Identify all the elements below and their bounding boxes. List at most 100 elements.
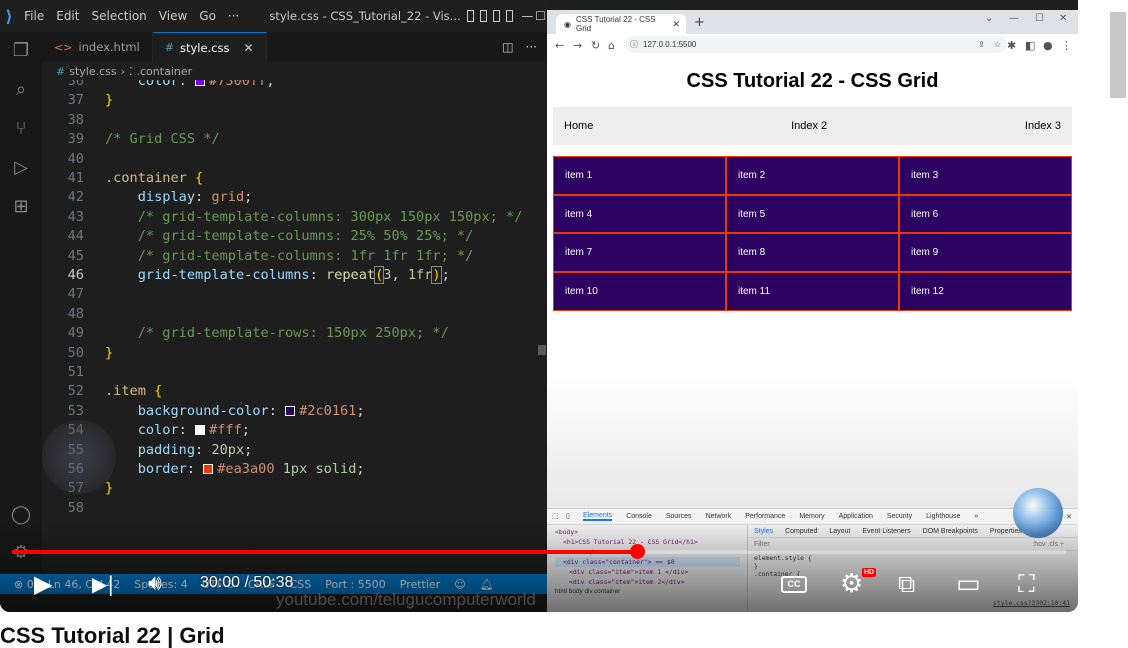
menu-file[interactable]: File bbox=[18, 9, 50, 23]
close-devtools-icon[interactable]: ✕ bbox=[1066, 513, 1072, 521]
minimize-icon[interactable]: — bbox=[1009, 13, 1019, 24]
menu-view[interactable]: View bbox=[153, 9, 193, 23]
search-icon[interactable]: ⌕ bbox=[10, 79, 32, 101]
maximize-icon[interactable]: ☐ bbox=[534, 9, 547, 23]
line-number: 42 bbox=[67, 189, 84, 206]
toggle-sidebar-icon[interactable] bbox=[466, 10, 474, 22]
menu-go[interactable]: Go bbox=[193, 9, 222, 23]
nav-link-index-2[interactable]: Index 2 bbox=[791, 120, 827, 132]
progress-bar[interactable] bbox=[12, 544, 1066, 559]
devtools-tab-application[interactable]: Application bbox=[839, 513, 873, 520]
page-scrollbar[interactable] bbox=[1110, 12, 1126, 98]
styles-tab-properties[interactable]: Properties bbox=[990, 528, 1022, 535]
scrubber-handle[interactable] bbox=[629, 544, 645, 559]
more-tabs-icon[interactable]: » bbox=[974, 513, 978, 520]
devtools-tab-memory[interactable]: Memory bbox=[799, 513, 824, 520]
fullscreen-icon[interactable]: ⛶ bbox=[1018, 570, 1035, 598]
breadcrumb-separator-icon: › bbox=[120, 64, 126, 78]
browser-menu-icon[interactable]: ⋮ bbox=[1061, 39, 1072, 52]
tab-search-icon[interactable]: ⌄ bbox=[985, 13, 993, 24]
volume-icon[interactable]: 🔊︎ bbox=[148, 570, 162, 598]
browser-toolbar: ← → ↻ ⌂ ⓘ 127.0.0.1:5500 ⇪ ☆ ✱ ◧ ● ⋮ bbox=[547, 34, 1078, 56]
split-editor-icon[interactable]: ◫ bbox=[502, 40, 513, 54]
code-editor[interactable]: 36 color: #7300ff; 37} 38 39 /* Grid CSS … bbox=[42, 80, 547, 572]
customize-layout-icon[interactable] bbox=[505, 10, 513, 22]
accounts-icon[interactable]: ◯ bbox=[10, 504, 32, 526]
close-window-icon[interactable]: ✕ bbox=[1059, 13, 1067, 24]
home-icon[interactable]: ⌂ bbox=[608, 39, 615, 52]
miniplayer-icon[interactable]: ⧉ bbox=[898, 570, 915, 598]
side-panel-icon[interactable]: ◧ bbox=[1025, 39, 1035, 52]
source-control-icon[interactable]: ⑂ bbox=[10, 118, 32, 140]
devtools-tab-security[interactable]: Security bbox=[887, 513, 912, 520]
tab-style-css[interactable]: # style.css ✕ bbox=[152, 32, 267, 62]
nav-link-index-3[interactable]: Index 3 bbox=[1025, 120, 1061, 132]
nav-link-home[interactable]: Home bbox=[564, 120, 593, 132]
menu-edit[interactable]: Edit bbox=[50, 9, 85, 23]
color-swatch[interactable] bbox=[195, 425, 206, 436]
menu-more[interactable]: ··· bbox=[222, 9, 245, 23]
menu-selection[interactable]: Selection bbox=[85, 9, 152, 23]
subtitles-button[interactable]: CC bbox=[781, 576, 807, 593]
back-icon[interactable]: ← bbox=[555, 39, 564, 52]
code-token: #ea3a00 bbox=[217, 461, 275, 477]
run-debug-icon[interactable]: ▷ bbox=[10, 157, 32, 179]
close-tab-icon[interactable]: ✕ bbox=[672, 19, 680, 30]
color-swatch[interactable] bbox=[203, 464, 214, 474]
styles-tab-computed[interactable]: Computed bbox=[785, 528, 817, 535]
filter-input[interactable]: Filter bbox=[754, 541, 770, 548]
extensions-puzzle-icon[interactable]: ✱ bbox=[1007, 39, 1016, 52]
grid-item: item 11 bbox=[726, 272, 899, 311]
code-line: 44 /* grid-template-columns: 25% 50% 25%… bbox=[42, 227, 547, 246]
tab-index-html[interactable]: <> index.html bbox=[42, 32, 153, 62]
color-swatch[interactable] bbox=[285, 405, 296, 416]
site-info-icon[interactable]: ⓘ bbox=[630, 39, 638, 50]
styles-tab-styles[interactable]: Styles bbox=[754, 528, 773, 535]
new-tab-icon[interactable]: + bbox=[694, 15, 705, 30]
more-actions-icon[interactable]: ··· bbox=[526, 40, 537, 54]
video-frame[interactable]: ⟩ File Edit Selection View Go ··· style.… bbox=[0, 0, 1078, 612]
next-video-icon[interactable]: ▶| bbox=[92, 570, 114, 598]
dom-node[interactable]: <h1>CSS Tutorial 22 - CSS Grid</h1> bbox=[555, 537, 740, 547]
channel-watermark-logo bbox=[42, 420, 116, 494]
address-bar[interactable]: ⓘ 127.0.0.1:5500 ⇪ ☆ bbox=[625, 36, 1007, 53]
devtools-tab-sources[interactable]: Sources bbox=[666, 513, 692, 520]
bookmark-star-icon[interactable]: ☆ bbox=[994, 40, 1001, 49]
devtools-tab-elements[interactable]: Elements bbox=[583, 512, 613, 521]
filter-toggles[interactable]: :hov .cls + bbox=[1032, 541, 1064, 548]
symbol-icon: ⁚ bbox=[129, 64, 133, 78]
toggle-panel-icon[interactable] bbox=[479, 10, 487, 22]
extensions-icon[interactable]: ⊞ bbox=[10, 196, 32, 218]
reload-icon[interactable]: ↻ bbox=[591, 39, 600, 52]
forward-icon[interactable]: → bbox=[573, 39, 582, 52]
code-token: #fff bbox=[209, 422, 242, 439]
channel-logo-icon[interactable] bbox=[1013, 488, 1063, 538]
profile-avatar-icon[interactable]: ● bbox=[1043, 39, 1053, 52]
maximize-icon[interactable]: ☐ bbox=[1035, 13, 1044, 24]
devtools-tab-lighthouse[interactable]: Lighthouse bbox=[926, 513, 960, 520]
scrollbar-thumb[interactable] bbox=[538, 345, 546, 355]
share-icon[interactable]: ⇪ bbox=[978, 40, 985, 49]
color-swatch[interactable] bbox=[195, 80, 206, 86]
devtools-tab-performance[interactable]: Performance bbox=[745, 513, 785, 520]
devtools-tab-network[interactable]: Network bbox=[706, 513, 732, 520]
code-token: .container bbox=[105, 170, 187, 186]
theater-mode-icon[interactable]: ▭ bbox=[956, 570, 981, 598]
code-line: 45 /* grid-template-columns: 1fr 1fr 1fr… bbox=[42, 247, 547, 266]
minimize-icon[interactable]: — bbox=[521, 9, 534, 23]
code-line: 56 border: #ea3a00 1px solid; bbox=[42, 460, 547, 479]
play-icon[interactable]: ▶ bbox=[34, 570, 52, 598]
styles-tab-layout[interactable]: Layout bbox=[829, 528, 850, 535]
browser-tab[interactable]: ◉ CSS Tutorial 22 - CSS Grid ✕ bbox=[556, 14, 686, 34]
styles-tab-dom-breakpoints[interactable]: DOM Breakpoints bbox=[923, 528, 978, 535]
breadcrumb-file[interactable]: style.css bbox=[69, 65, 116, 78]
settings-gear-icon[interactable]: ⚙ bbox=[840, 570, 863, 598]
close-tab-icon[interactable]: ✕ bbox=[244, 41, 254, 55]
dom-node[interactable]: <body> bbox=[555, 527, 740, 537]
toggle-secondary-sidebar-icon[interactable] bbox=[492, 10, 500, 22]
explorer-icon[interactable]: ❐ bbox=[10, 40, 32, 62]
styles-tab-event-listeners[interactable]: Event Listeners bbox=[862, 528, 910, 535]
grid-item: item 8 bbox=[726, 233, 899, 273]
devtools-tab-console[interactable]: Console bbox=[626, 513, 652, 520]
breadcrumb-symbol[interactable]: .container bbox=[137, 65, 193, 78]
